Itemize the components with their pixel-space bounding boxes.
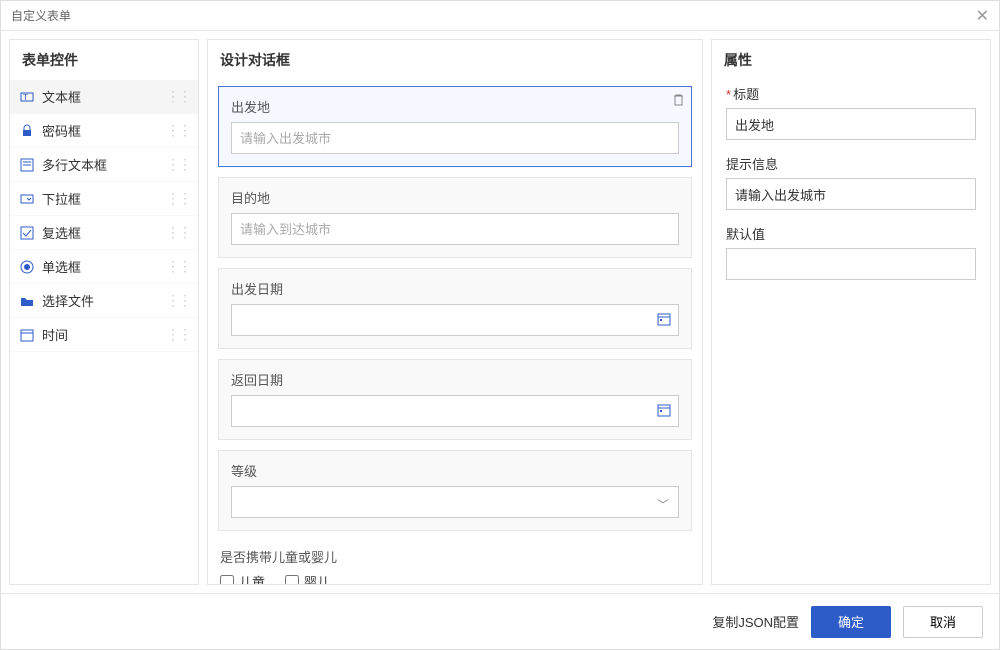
widget-label: 选择文件 [42,291,94,310]
widget-item-radio[interactable]: 单选框 ⋮⋮ [10,250,198,284]
titlebar: 自定义表单 ✕ [1,1,999,31]
calendar-icon [20,328,34,342]
widget-label: 密码框 [42,121,81,140]
field-label: 目的地 [231,188,679,207]
widget-label: 文本框 [42,87,81,106]
widget-item-textarea[interactable]: 多行文本框 ⋮⋮ [10,148,198,182]
widget-panel-title: 表单控件 [10,40,198,80]
design-panel-title: 设计对话框 [208,40,702,80]
checkbox-icon [20,226,34,240]
calendar-icon[interactable] [657,312,671,326]
field-input-depart[interactable] [231,304,679,336]
prop-input-title[interactable] [726,108,976,140]
field-label: 是否携带儿童或婴儿 [220,547,690,566]
field-block-class[interactable]: 等级 ﹀ [218,450,692,531]
calendar-icon[interactable] [657,403,671,417]
folder-icon [20,294,34,308]
field-label: 等级 [231,461,679,480]
widget-item-file[interactable]: 选择文件 ⋮⋮ [10,284,198,318]
props-panel: 属性 *标题 提示信息 默认值 [711,39,991,585]
field-block-depart[interactable]: 出发日期 [218,268,692,349]
ok-button[interactable]: 确定 [811,606,891,638]
delete-icon[interactable] [672,93,685,106]
checkbox-infant[interactable]: 婴儿 [285,572,330,584]
grip-icon: ⋮⋮ [166,156,190,173]
textbox-icon: T [20,90,34,104]
grip-icon: ⋮⋮ [166,258,190,275]
lock-icon [20,124,34,138]
grip-icon: ⋮⋮ [166,122,190,139]
grip-icon: ⋮⋮ [166,292,190,309]
chevron-down-icon: ﹀ [657,496,669,513]
field-label: 出发地 [231,97,679,116]
prop-input-hint[interactable] [726,178,976,210]
field-block-return[interactable]: 返回日期 [218,359,692,440]
custom-form-dialog: 自定义表单 ✕ 表单控件 T 文本框 ⋮⋮ 密码框 ⋮⋮ 多行文本框 [0,0,1000,650]
field-block-children[interactable]: 是否携带儿童或婴儿 儿童 婴儿 [218,541,692,584]
checkbox-input[interactable] [285,575,299,585]
cancel-button[interactable]: 取消 [903,606,983,638]
field-input-return[interactable] [231,395,679,427]
dialog-footer: 复制JSON配置 确定 取消 [1,593,999,649]
widget-item-checkbox[interactable]: 复选框 ⋮⋮ [10,216,198,250]
textarea-icon [20,158,34,172]
field-block-dest[interactable]: 目的地 [218,177,692,258]
close-icon[interactable]: ✕ [976,6,989,26]
copy-json-link[interactable]: 复制JSON配置 [712,612,799,631]
grip-icon: ⋮⋮ [166,190,190,207]
radio-icon [20,260,34,274]
widget-label: 多行文本框 [42,155,107,174]
widget-label: 时间 [42,325,68,344]
widget-item-password[interactable]: 密码框 ⋮⋮ [10,114,198,148]
widget-label: 下拉框 [42,189,81,208]
field-block-origin[interactable]: 出发地 [218,86,692,167]
widget-label: 单选框 [42,257,81,276]
dialog-body: 表单控件 T 文本框 ⋮⋮ 密码框 ⋮⋮ 多行文本框 ⋮⋮ [1,31,999,593]
field-label: 返回日期 [231,370,679,389]
checkbox-child[interactable]: 儿童 [220,572,265,584]
grip-icon: ⋮⋮ [166,88,190,105]
grip-icon: ⋮⋮ [166,224,190,241]
widget-item-select[interactable]: 下拉框 ⋮⋮ [10,182,198,216]
field-input-origin[interactable] [231,122,679,154]
checkbox-input[interactable] [220,575,234,585]
widget-list: T 文本框 ⋮⋮ 密码框 ⋮⋮ 多行文本框 ⋮⋮ 下拉框 ⋮ [10,80,198,584]
prop-label-title: *标题 [726,84,976,103]
widget-item-textbox[interactable]: T 文本框 ⋮⋮ [10,80,198,114]
field-input-dest[interactable] [231,213,679,245]
design-panel: 设计对话框 出发地 目的地 出发日期 [207,39,703,585]
widget-label: 复选框 [42,223,81,242]
widget-item-time[interactable]: 时间 ⋮⋮ [10,318,198,352]
prop-label-default: 默认值 [726,224,976,243]
widget-panel: 表单控件 T 文本框 ⋮⋮ 密码框 ⋮⋮ 多行文本框 ⋮⋮ [9,39,199,585]
window-title: 自定义表单 [11,7,71,24]
design-canvas[interactable]: 出发地 目的地 出发日期 返回日期 [208,80,702,584]
svg-text:T: T [23,93,28,102]
prop-input-default[interactable] [726,248,976,280]
dropdown-icon [20,192,34,206]
field-select-class[interactable] [231,486,679,518]
props-panel-title: 属性 [712,40,990,80]
field-label: 出发日期 [231,279,679,298]
prop-label-hint: 提示信息 [726,154,976,173]
grip-icon: ⋮⋮ [166,326,190,343]
